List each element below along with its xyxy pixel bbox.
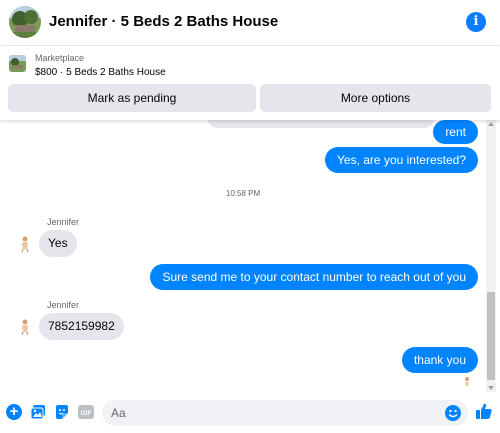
more-options-button[interactable]: More options [260,84,491,112]
sender-avatar [19,235,31,253]
conversation-title: Jennifer · 5 Beds 2 Baths House [49,13,279,30]
message-list[interactable]: rent Yes, are you interested? 10:58 PM J… [0,120,500,392]
sender-avatar [19,318,31,336]
gif-label: GIF [81,410,92,417]
sticker-icon[interactable] [54,404,70,420]
seen-avatar [463,375,471,387]
scrollbar-thumb[interactable] [487,292,495,380]
scroll-up-arrow-icon[interactable] [488,122,494,126]
thumbs-up-icon[interactable] [475,402,493,420]
info-icon[interactable]: i [466,12,486,32]
message-timestamp: 10:58 PM [225,189,261,198]
message-bubble-incoming[interactable]: Yes [39,230,77,257]
marketplace-panel: Marketplace $800 · 5 Beds 2 Baths House … [0,46,500,120]
message-composer: + GIF [0,392,500,433]
previous-message-partial [207,120,435,128]
scroll-down-arrow-icon[interactable] [488,386,494,390]
chat-header: Jennifer · 5 Beds 2 Baths House i [0,0,500,46]
photo-icon[interactable] [30,404,46,420]
marketplace-label: Marketplace [35,53,85,63]
emoji-icon[interactable] [445,405,461,421]
sender-name: Jennifer [47,217,80,227]
mark-as-pending-button[interactable]: Mark as pending [8,84,256,112]
message-bubble-outgoing[interactable]: Yes, are you interested? [325,147,478,173]
listing-summary[interactable]: $800 · 5 Beds 2 Baths House [35,67,166,78]
message-bubble-outgoing[interactable]: rent [433,120,478,144]
message-input-wrapper[interactable] [102,400,468,426]
gif-icon[interactable]: GIF [78,404,94,420]
contact-avatar[interactable] [9,6,41,38]
message-bubble-incoming[interactable]: 7852159982 [39,313,124,340]
sender-name: Jennifer [47,300,80,310]
plus-icon[interactable]: + [6,404,22,420]
listing-thumbnail[interactable] [9,55,26,72]
message-bubble-outgoing[interactable]: thank you [401,347,478,373]
message-input[interactable] [111,400,431,426]
message-bubble-outgoing[interactable]: Sure send me to your contact number to r… [150,264,478,290]
chat-scrollbar[interactable] [486,120,496,392]
